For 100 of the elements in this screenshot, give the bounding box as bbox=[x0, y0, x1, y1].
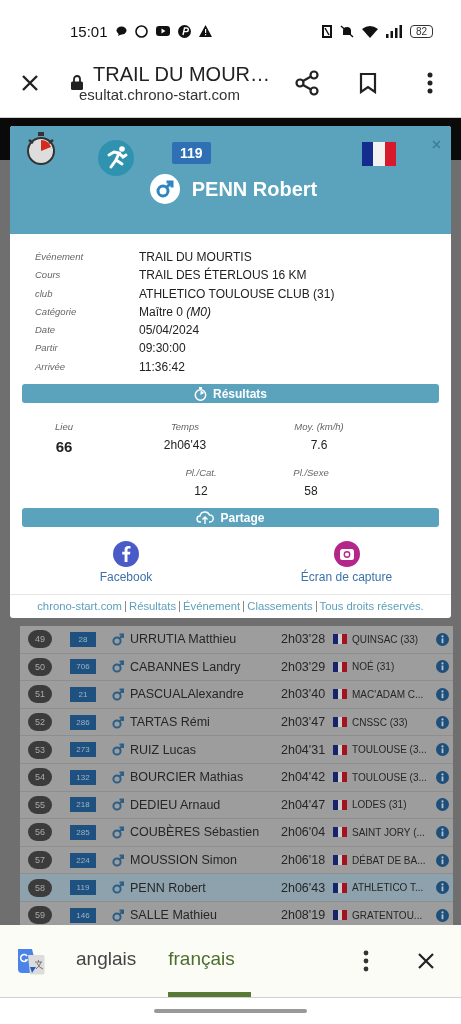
info-icon[interactable] bbox=[436, 660, 449, 674]
result-row[interactable]: 55 218 DEDIEU Arnaud 2h04'47 LODES (31) bbox=[20, 791, 453, 820]
info-icon[interactable] bbox=[436, 632, 449, 646]
runner-name: CABANNES Landry bbox=[130, 659, 242, 674]
male-icon bbox=[112, 853, 124, 867]
result-row[interactable]: 51 21 PASCUALAlexandre 2h03'40 MAC'ADAM C... bbox=[20, 681, 453, 709]
male-icon bbox=[112, 715, 124, 729]
bib-number: 132 bbox=[70, 769, 96, 785]
male-icon bbox=[149, 174, 180, 204]
club-name: NOÉ (31) bbox=[352, 661, 396, 673]
stat-value: 7.6 bbox=[310, 438, 328, 453]
play-icon bbox=[155, 26, 170, 36]
stat-label: Temps bbox=[170, 421, 200, 433]
footer-link[interactable]: chrono-start.com bbox=[37, 600, 122, 613]
club-name: GRATENTOU... bbox=[352, 909, 424, 921]
footer-link[interactable]: Classements bbox=[247, 600, 313, 613]
result-row[interactable]: 50 706 CABANNES Landry 2h03'29 NOÉ (31) bbox=[20, 653, 453, 682]
result-row[interactable]: 56 285 COUBÈRES Sébastien 2h06'04 SAINT JORY (... bbox=[20, 819, 453, 847]
page-title: TRAIL DU MOUR… bbox=[93, 62, 272, 86]
page-url[interactable]: esultat.chrono-start.com bbox=[79, 85, 285, 103]
footer-link[interactable]: Résultats bbox=[129, 600, 177, 613]
share-link[interactable]: Facebook bbox=[99, 570, 153, 585]
runner-name: PASCUALAlexandre bbox=[130, 687, 245, 702]
flag-icon bbox=[333, 855, 347, 866]
club-name: TOULOUSE (3... bbox=[352, 744, 428, 756]
language-tab[interactable]: anglais bbox=[76, 925, 153, 997]
result-row[interactable]: 58 119 PENN Robert 2h06'43 ATHLETICO T... bbox=[20, 874, 453, 902]
signal-icon bbox=[385, 24, 402, 38]
male-icon bbox=[112, 743, 124, 757]
finish-time: 2h08'19 bbox=[281, 908, 327, 923]
info-icon[interactable] bbox=[436, 743, 449, 757]
language-tab[interactable]: français bbox=[168, 925, 251, 997]
finish-time: 2h03'40 bbox=[281, 687, 327, 702]
detail-value: 09:30:00 bbox=[139, 340, 187, 358]
finish-time: 2h06'18 bbox=[281, 853, 327, 868]
info-icon[interactable] bbox=[436, 798, 449, 812]
result-row[interactable]: 53 273 RUIZ Lucas 2h04'31 TOULOUSE (3... bbox=[20, 736, 453, 764]
runner-name: TARTAS Rémi bbox=[130, 715, 211, 730]
flag-icon bbox=[333, 689, 347, 700]
footer-link[interactable]: Événement bbox=[183, 600, 241, 613]
flag-icon bbox=[333, 799, 347, 810]
facebook-icon[interactable] bbox=[113, 541, 139, 568]
runner-name: PENN Robert bbox=[191, 177, 318, 201]
translate-icon[interactable] bbox=[16, 947, 46, 975]
status-time: 15:01 bbox=[70, 22, 108, 40]
finish-time: 2h06'04 bbox=[281, 825, 327, 840]
phone-bubble-icon bbox=[134, 24, 148, 38]
result-row[interactable]: 52 286 TARTAS Rémi 2h03'47 CNSSC (33) bbox=[20, 708, 453, 737]
battery-indicator: 82 bbox=[409, 24, 433, 38]
detail-label: Date bbox=[35, 323, 57, 338]
more-icon[interactable] bbox=[427, 71, 433, 94]
share-link[interactable]: Écran de capture bbox=[300, 570, 393, 585]
flag-icon bbox=[333, 744, 347, 755]
result-row[interactable]: 49 28 URRUTIA Matthieu 2h03'28 QUINSAC (33) bbox=[20, 626, 453, 654]
bib-number: 273 bbox=[70, 742, 96, 758]
stat-label: Pl./Cat. bbox=[185, 467, 217, 479]
rank-pill: 51 bbox=[28, 685, 52, 704]
detail-value: 05/04/2024 bbox=[139, 322, 201, 340]
info-icon[interactable] bbox=[436, 715, 449, 729]
bib-number: 146 bbox=[70, 907, 96, 923]
cloud-upload-icon bbox=[196, 510, 215, 525]
wifi-icon bbox=[361, 24, 378, 38]
detail-value: TRAIL DU MOURTIS bbox=[139, 249, 253, 266]
info-icon[interactable] bbox=[436, 770, 449, 784]
detail-label: Arrivée bbox=[35, 359, 67, 374]
info-icon[interactable] bbox=[436, 881, 449, 895]
footer-link[interactable]: Tous droits réservés. bbox=[319, 600, 424, 613]
info-icon[interactable] bbox=[436, 908, 449, 922]
camera-icon[interactable] bbox=[333, 541, 360, 568]
runner-name: DEDIEU Arnaud bbox=[130, 797, 222, 812]
detail-value: 11:36:42 bbox=[139, 358, 186, 376]
info-icon[interactable] bbox=[436, 853, 449, 867]
runner-name: SALLE Mathieu bbox=[130, 908, 218, 923]
runner-name: BOURCIER Mathias bbox=[130, 770, 245, 785]
finish-time: 2h03'28 bbox=[281, 632, 327, 647]
nfc-icon bbox=[321, 24, 332, 38]
club-name: DÉBAT DE BA... bbox=[352, 854, 427, 866]
bookmark-icon[interactable] bbox=[359, 71, 377, 94]
club-name: QUINSAC (33) bbox=[352, 633, 420, 645]
close-icon[interactable] bbox=[21, 73, 39, 92]
stat-label: Pl./Sexe bbox=[293, 467, 329, 479]
flag-icon bbox=[333, 634, 347, 645]
finish-time: 2h06'43 bbox=[281, 880, 327, 895]
flag-icon bbox=[333, 772, 347, 783]
finish-time: 2h03'29 bbox=[281, 659, 327, 674]
bib-number: 119 bbox=[70, 880, 96, 896]
close-icon[interactable] bbox=[417, 952, 435, 970]
male-icon bbox=[112, 632, 124, 646]
info-icon[interactable] bbox=[436, 688, 449, 701]
chat-bubble-icon bbox=[115, 26, 127, 36]
share-icon[interactable] bbox=[295, 69, 319, 96]
finish-time: 2h03'47 bbox=[281, 715, 327, 730]
result-row[interactable]: 54 132 BOURCIER Mathias 2h04'42 TOULOUSE (3... bbox=[20, 763, 453, 792]
more-icon[interactable] bbox=[363, 950, 369, 972]
bib-number: 21 bbox=[70, 687, 96, 702]
club-name: ATHLETICO T... bbox=[352, 882, 425, 894]
club-name: SAINT JORY (... bbox=[352, 826, 426, 838]
club-name: CNSSC (33) bbox=[352, 716, 409, 728]
info-icon[interactable] bbox=[436, 825, 449, 839]
bib-number: 286 bbox=[70, 714, 96, 730]
